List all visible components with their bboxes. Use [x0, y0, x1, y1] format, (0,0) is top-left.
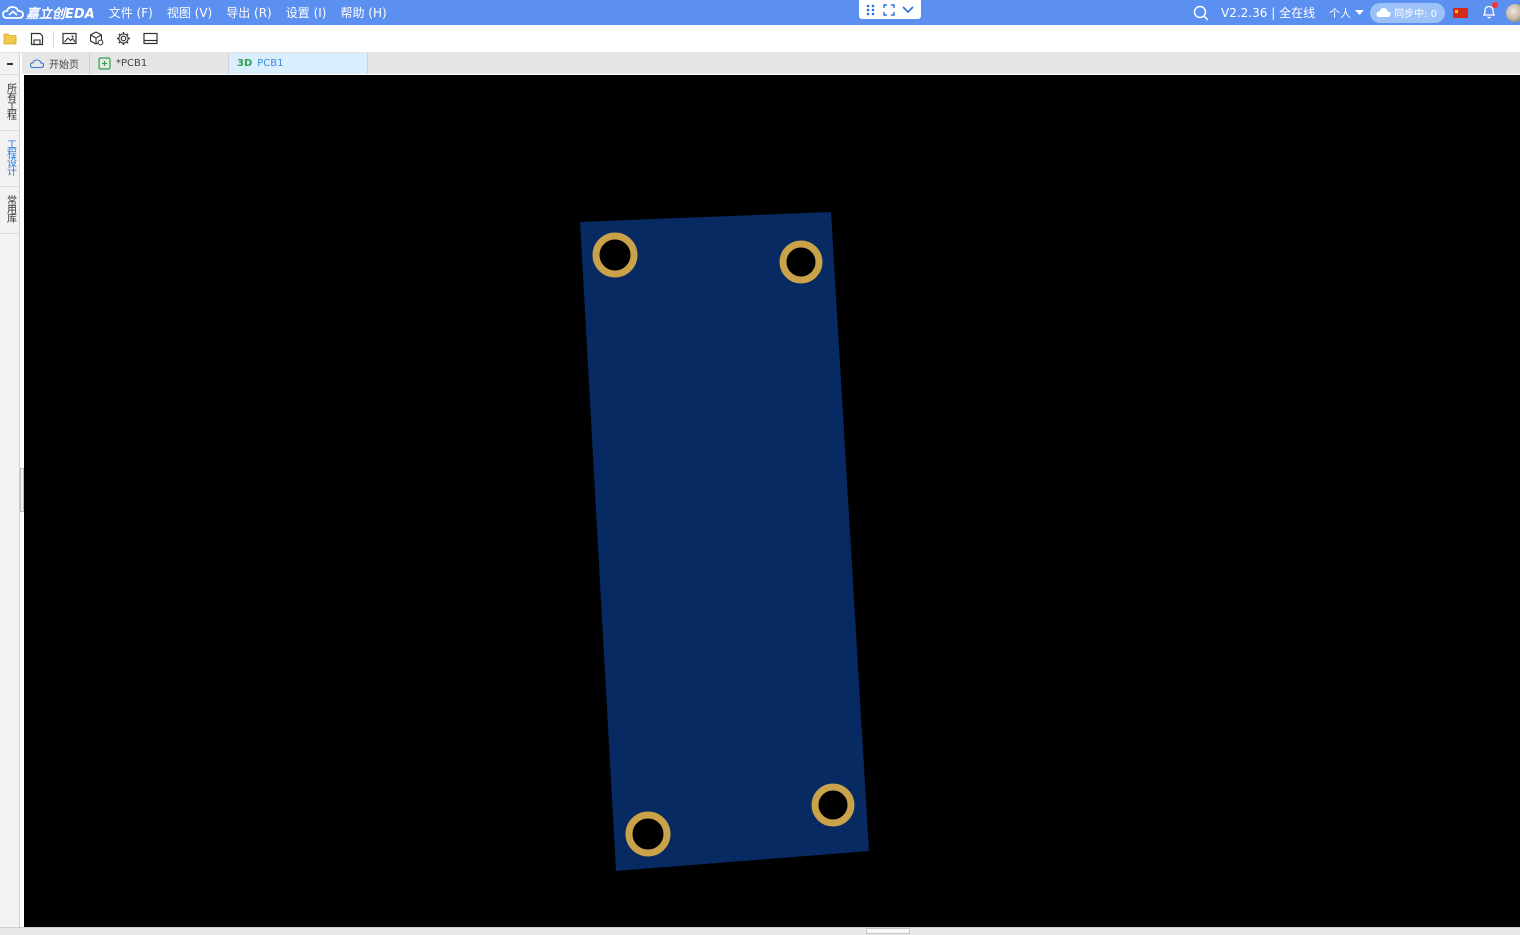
- document-tabs: 开始页 *PCB1 3D PCB1: [22, 53, 1520, 74]
- user-menu[interactable]: 个人: [1329, 5, 1351, 21]
- folder-icon: [3, 33, 17, 45]
- cloud-upload-icon: [1376, 7, 1391, 17]
- menu-view[interactable]: 视图 (V): [167, 4, 212, 21]
- app-logo[interactable]: 嘉立创EDA: [0, 0, 95, 25]
- mounting-hole-bottom-left[interactable]: [625, 811, 671, 857]
- 3d-scene: [580, 212, 869, 871]
- fullscreen-icon[interactable]: [883, 3, 895, 16]
- caret-down-icon[interactable]: [1355, 9, 1365, 16]
- 3d-model-button[interactable]: [84, 27, 108, 51]
- settings-button[interactable]: [111, 27, 135, 51]
- toolbar-divider: [53, 30, 54, 47]
- tab-label: PCB1: [257, 58, 284, 69]
- menu-help[interactable]: 帮助 (H): [340, 4, 386, 21]
- panel-toggle-button[interactable]: [138, 27, 162, 51]
- cloud-icon: [30, 58, 44, 68]
- gear-icon: [116, 32, 130, 45]
- sidebar-tab-project-design[interactable]: 工程设计: [0, 131, 20, 187]
- notification-dot: [1492, 1, 1498, 8]
- sidebar-tab-all-projects[interactable]: 所有工程: [0, 75, 20, 131]
- avatar[interactable]: [1506, 3, 1520, 22]
- collapse-sidebar-button[interactable]: [0, 53, 19, 75]
- search-icon[interactable]: [1193, 5, 1209, 21]
- export-image-button[interactable]: [57, 27, 81, 51]
- sidebar-tab-label: 工程设计: [4, 139, 16, 175]
- tab-label: *PCB1: [116, 58, 148, 69]
- cloud-logo-icon: [2, 5, 24, 19]
- mounting-hole-top-right[interactable]: [779, 240, 823, 284]
- version-status[interactable]: V2.2.36 | 全在线: [1221, 4, 1315, 21]
- pcb-icon: [98, 57, 111, 70]
- notification-button[interactable]: [1482, 1, 1498, 22]
- language-flag-icon[interactable]: [1453, 7, 1468, 18]
- logo-text: 嘉立创EDA: [26, 7, 95, 22]
- sidebar-tab-label: 所有工程: [4, 83, 16, 119]
- sync-status-button[interactable]: 同步中: 0: [1370, 2, 1445, 23]
- tab-3d-view[interactable]: 3D PCB1: [229, 53, 368, 74]
- panel-bottom-icon: [142, 32, 158, 45]
- menu-file[interactable]: 文件 (F): [109, 4, 153, 21]
- menubar-right: V2.2.36 | 全在线 个人 同步中: 0: [1193, 0, 1520, 25]
- layout-control[interactable]: [859, 0, 921, 19]
- bottom-panel-divider[interactable]: [0, 927, 1520, 935]
- menu-export[interactable]: 导出 (R): [226, 4, 272, 21]
- menu-settings[interactable]: 设置 (I): [286, 4, 327, 21]
- 3d-icon: 3D: [237, 58, 253, 69]
- tab-label: 开始页: [49, 60, 79, 71]
- open-folder-button[interactable]: [0, 27, 22, 51]
- save-button[interactable]: [25, 27, 49, 51]
- mounting-hole-bottom-right[interactable]: [811, 783, 855, 827]
- mounting-hole-top-left[interactable]: [592, 232, 638, 278]
- tab-pcb-editor[interactable]: *PCB1: [90, 53, 229, 74]
- left-sidebar: 所有工程 工程设计 常用库: [0, 53, 20, 935]
- pcb-board[interactable]: [580, 212, 869, 871]
- menu-bar: 嘉立创EDA 文件 (F) 视图 (V) 导出 (R) 设置 (I) 帮助 (H…: [0, 0, 1520, 25]
- chevron-down-icon[interactable]: [902, 5, 914, 14]
- tab-start-page[interactable]: 开始页: [22, 53, 90, 74]
- save-icon: [30, 32, 44, 45]
- collapse-icon: [6, 62, 13, 65]
- sync-status-text: 同步中: 0: [1394, 9, 1437, 20]
- cube-settings-icon: [89, 31, 103, 46]
- 3d-viewport[interactable]: [24, 75, 1520, 927]
- sidebar-tab-common-library[interactable]: 常用库: [0, 187, 20, 234]
- image-icon: [61, 32, 77, 45]
- grid-dots-icon[interactable]: [866, 4, 876, 16]
- bottom-panel-grip[interactable]: [866, 928, 910, 934]
- sidebar-tab-label: 常用库: [4, 195, 16, 222]
- toolbar: [0, 25, 1520, 53]
